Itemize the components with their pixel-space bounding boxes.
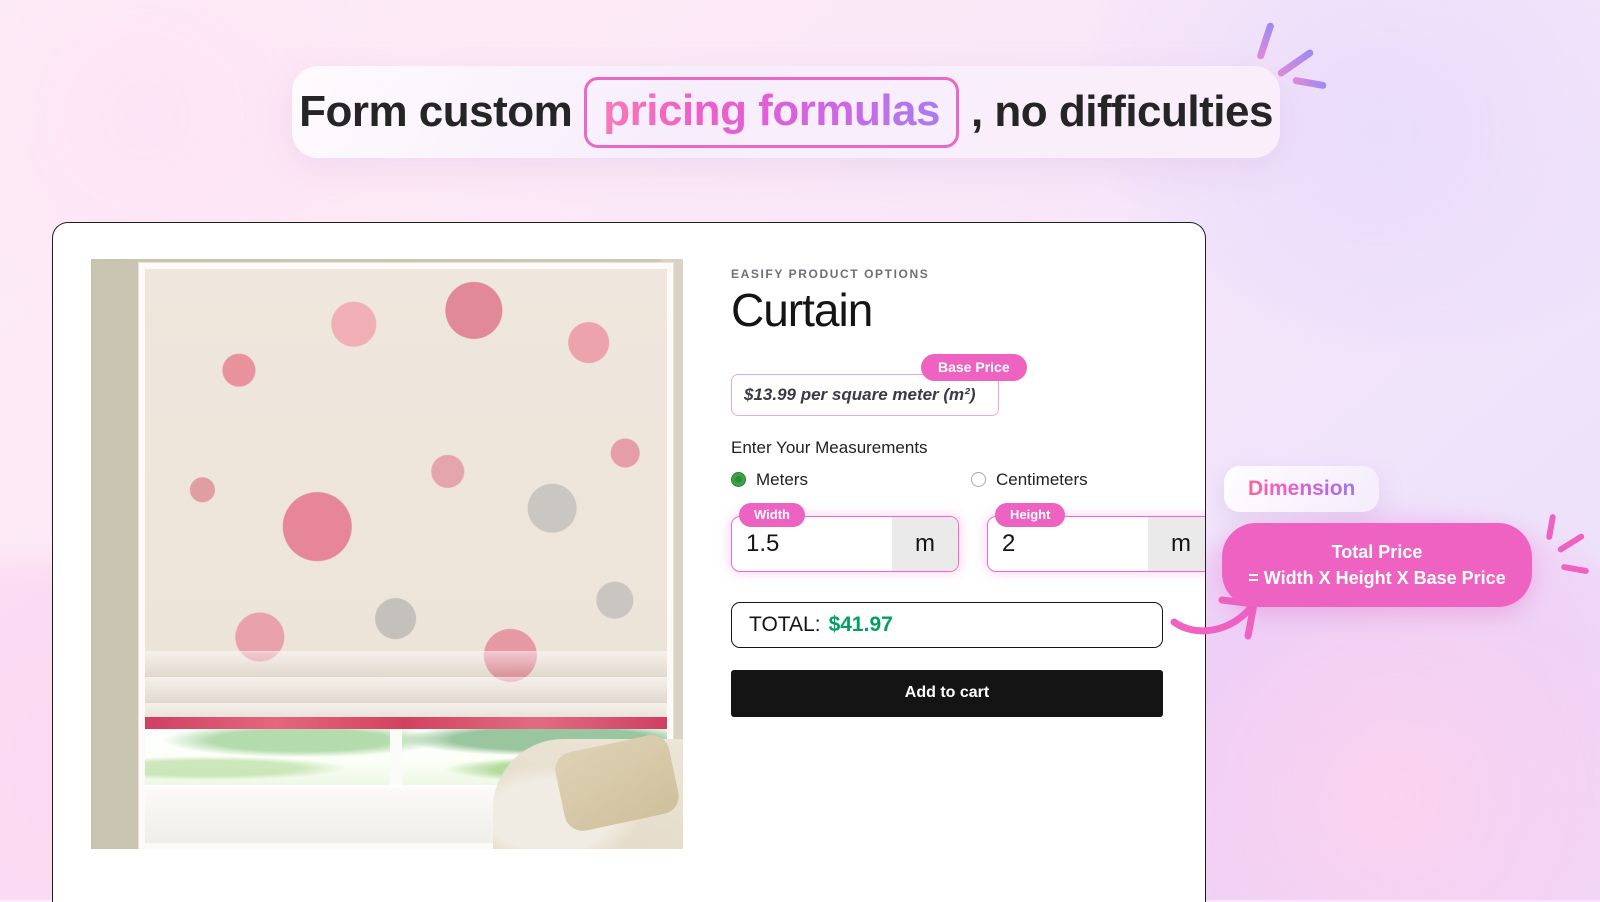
floral-blind xyxy=(145,269,667,729)
blind-fold xyxy=(145,677,667,703)
headline: Form custom pricing formulas , no diffic… xyxy=(299,76,1273,148)
radio-unselected-icon[interactable] xyxy=(970,472,986,488)
height-badge: Height xyxy=(995,502,1066,527)
headline-after: , no difficulties xyxy=(970,87,1273,136)
blob-bottom-right-2 xyxy=(1160,610,1600,900)
window-mullion xyxy=(390,729,403,785)
total-label: TOTAL: xyxy=(749,612,821,636)
formula-line-1: Total Price xyxy=(1331,542,1423,562)
radio-label-meters: Meters xyxy=(756,469,808,489)
radio-label-centimeters: Centimeters xyxy=(995,469,1088,489)
radio-option-meters[interactable]: Meters xyxy=(731,470,808,490)
product-details: EASIFY PRODUCT OPTIONS Curtain Base Pric… xyxy=(683,259,1205,849)
headline-highlight-box: pricing formulas xyxy=(584,76,959,148)
product-image[interactable] xyxy=(91,259,683,849)
sofa xyxy=(493,731,683,849)
product-title: Curtain xyxy=(731,284,873,336)
width-unit-suffix: m xyxy=(892,516,958,571)
total-price-box: TOTAL: $41.97 xyxy=(731,601,1163,648)
app-eyebrow: EASIFY PRODUCT OPTIONS xyxy=(731,267,930,281)
dimension-callout-label: Dimension xyxy=(1248,477,1356,500)
sparkle-line-icon xyxy=(1256,21,1275,61)
cushion xyxy=(551,731,683,835)
headline-panel: Form custom pricing formulas , no diffic… xyxy=(292,66,1280,158)
measurements-label: Enter Your Measurements xyxy=(731,437,928,457)
sparkle-line-icon xyxy=(1556,532,1586,554)
radio-option-centimeters[interactable]: Centimeters xyxy=(970,469,1088,490)
headline-before: Form custom xyxy=(299,87,573,136)
total-amount: $41.97 xyxy=(828,612,893,636)
sparkle-line-icon xyxy=(1560,563,1590,575)
dimension-callout: Dimension xyxy=(1224,466,1380,512)
dimension-inputs: Width 1.5 m Height 2 m xyxy=(731,502,1205,572)
radio-selected-icon[interactable] xyxy=(731,472,746,488)
formula-line-2: = Width X Height X Base Price xyxy=(1248,568,1506,589)
base-price-row: Base Price $13.99 per square meter (m²) xyxy=(731,353,1205,416)
width-badge: Width xyxy=(739,502,805,527)
sparkle-line-icon xyxy=(1276,48,1315,78)
width-field: Width 1.5 m xyxy=(731,502,959,572)
sparkle-line-icon xyxy=(1292,76,1327,90)
formula-callout: Total Price = Width X Height X Base Pric… xyxy=(1222,523,1532,608)
product-card: EASIFY PRODUCT OPTIONS Curtain Base Pric… xyxy=(52,222,1206,902)
add-to-cart-button[interactable]: Add to cart xyxy=(731,669,1163,717)
headline-highlight: pricing formulas xyxy=(603,85,940,135)
base-price-badge: Base Price xyxy=(921,353,1027,381)
blind-fold xyxy=(145,651,667,677)
unit-radio-group: Meters Centimeters xyxy=(731,469,1205,490)
sparkle-line-icon xyxy=(1545,513,1557,541)
blind-hem xyxy=(145,717,667,729)
